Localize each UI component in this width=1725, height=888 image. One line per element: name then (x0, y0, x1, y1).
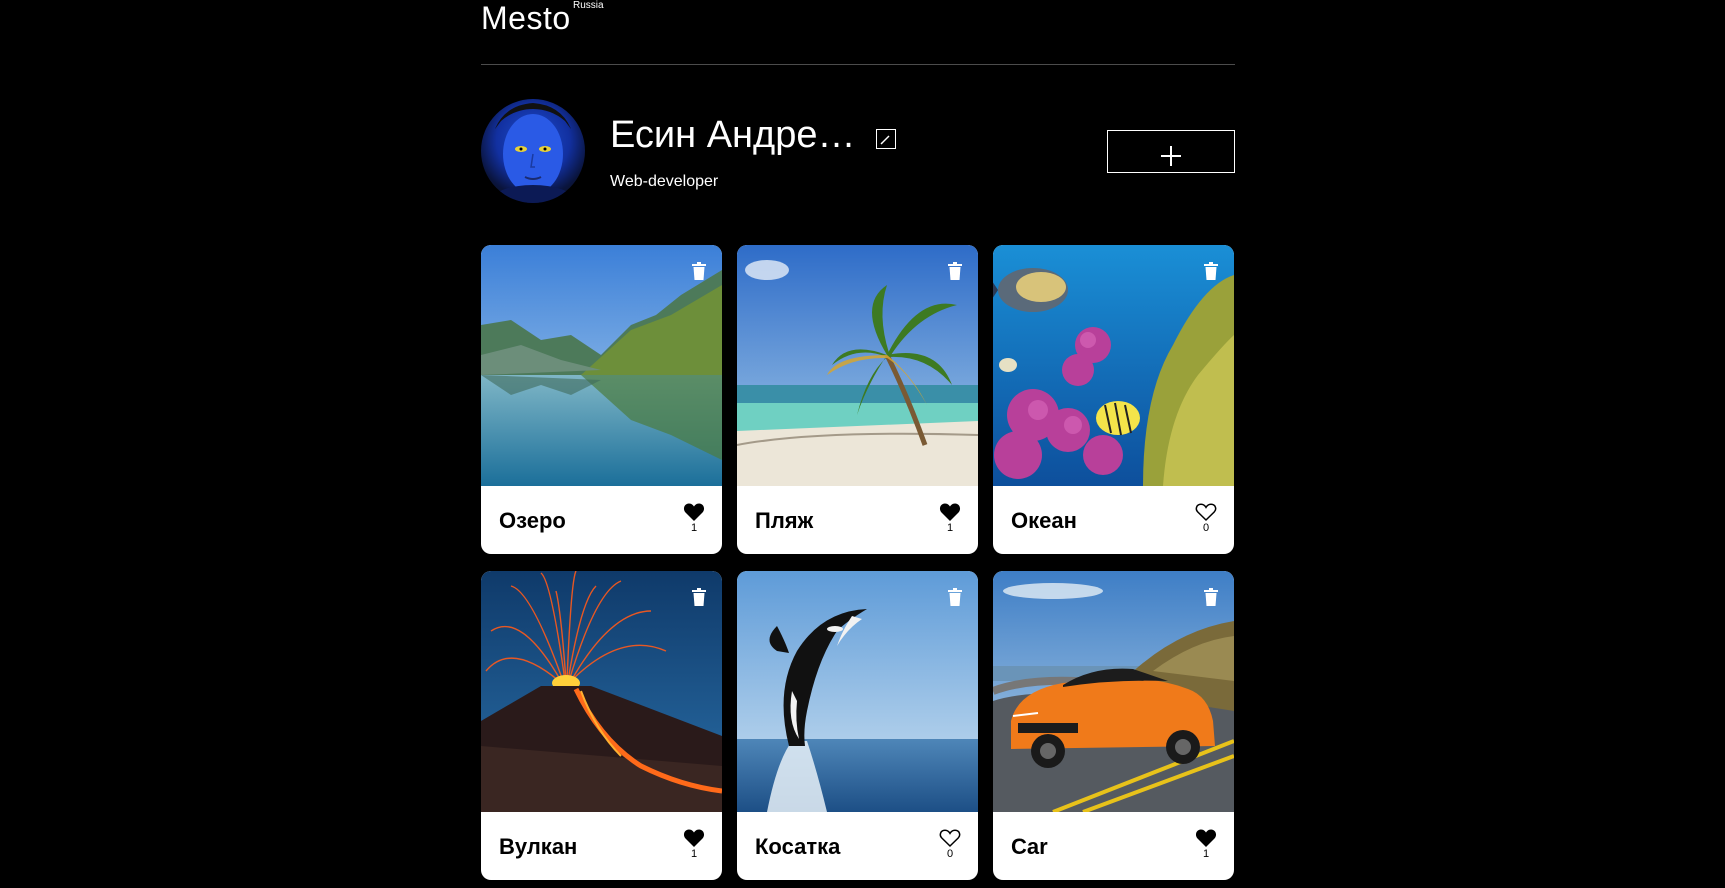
card-title: Пляж (755, 508, 814, 533)
ocean-image (993, 245, 1234, 486)
card-image[interactable] (737, 245, 978, 486)
card: Car 1 (993, 571, 1234, 880)
pencil-icon (880, 135, 890, 145)
like-button[interactable] (683, 502, 705, 522)
volcano-image (481, 571, 722, 812)
card-image[interactable] (993, 245, 1234, 486)
header: Mesto Russia (481, 0, 1235, 65)
page: Mesto Russia Есин Андре… Web-developer О… (481, 0, 1235, 880)
like-group: 1 (1195, 828, 1217, 861)
delete-card-button[interactable] (947, 262, 963, 280)
card-title: Car (1011, 834, 1048, 859)
card-footer: Океан 0 (993, 486, 1234, 554)
heart-outline-icon (1195, 503, 1217, 522)
delete-card-button[interactable] (1203, 262, 1219, 280)
beach-image (737, 245, 978, 486)
heart-outline-icon (939, 829, 961, 848)
card-title: Озеро (499, 508, 566, 533)
delete-card-button[interactable] (1203, 588, 1219, 606)
edit-profile-button[interactable] (876, 129, 896, 149)
card-footer: Car 1 (993, 812, 1234, 880)
card: Океан 0 (993, 245, 1234, 554)
delete-card-button[interactable] (691, 262, 707, 280)
trash-icon (692, 262, 706, 280)
like-group: 1 (939, 502, 961, 535)
card-image[interactable] (737, 571, 978, 812)
lake-image (481, 245, 722, 486)
card-title: Косатка (755, 834, 841, 859)
card-title: Вулкан (499, 834, 578, 859)
orca-image (737, 571, 978, 812)
card-footer: Косатка 0 (737, 812, 978, 880)
delete-card-button[interactable] (691, 588, 707, 606)
avatar-icon (493, 103, 573, 203)
like-button[interactable] (1195, 502, 1217, 522)
card: Пляж 1 (737, 245, 978, 554)
profile: Есин Андре… Web-developer (481, 65, 1235, 245)
card: Озеро 1 (481, 245, 722, 554)
like-count: 1 (690, 522, 698, 534)
trash-icon (1204, 588, 1218, 606)
car-image (993, 571, 1234, 812)
avatar[interactable] (481, 99, 585, 203)
card-image[interactable] (481, 245, 722, 486)
card-title: Океан (1011, 508, 1077, 533)
card-image[interactable] (481, 571, 722, 812)
trash-icon (692, 588, 706, 606)
profile-name: Есин Андре… (610, 114, 856, 156)
like-button[interactable] (1195, 828, 1217, 848)
card: Косатка 0 (737, 571, 978, 880)
trash-icon (1204, 262, 1218, 280)
like-button[interactable] (683, 828, 705, 848)
plus-icon (1161, 146, 1181, 166)
like-group: 1 (683, 502, 705, 535)
card-footer: Озеро 1 (481, 486, 722, 554)
profile-about: Web-developer (610, 173, 719, 190)
like-group: 0 (939, 828, 961, 861)
card: Вулкан 1 (481, 571, 722, 880)
trash-icon (948, 262, 962, 280)
like-group: 0 (1195, 502, 1217, 535)
trash-icon (948, 588, 962, 606)
like-button[interactable] (939, 502, 961, 522)
like-count: 0 (1202, 522, 1210, 534)
card-image[interactable] (993, 571, 1234, 812)
cards-grid: Озеро 1 Пляж 1 Океан 0 Вулкан 1 Косатка … (481, 245, 1235, 880)
logo: Mesto (481, 0, 571, 36)
like-count: 0 (946, 848, 954, 860)
add-card-button[interactable] (1107, 130, 1235, 173)
card-footer: Вулкан 1 (481, 812, 722, 880)
like-count: 1 (1202, 848, 1210, 860)
delete-card-button[interactable] (947, 588, 963, 606)
like-group: 1 (683, 828, 705, 861)
heart-filled-icon (683, 829, 705, 847)
heart-filled-icon (939, 503, 961, 521)
logo-region: Russia (573, 0, 604, 11)
like-count: 1 (946, 522, 954, 534)
heart-filled-icon (1195, 829, 1217, 847)
heart-filled-icon (683, 503, 705, 521)
like-count: 1 (690, 848, 698, 860)
like-button[interactable] (939, 828, 961, 848)
card-footer: Пляж 1 (737, 486, 978, 554)
